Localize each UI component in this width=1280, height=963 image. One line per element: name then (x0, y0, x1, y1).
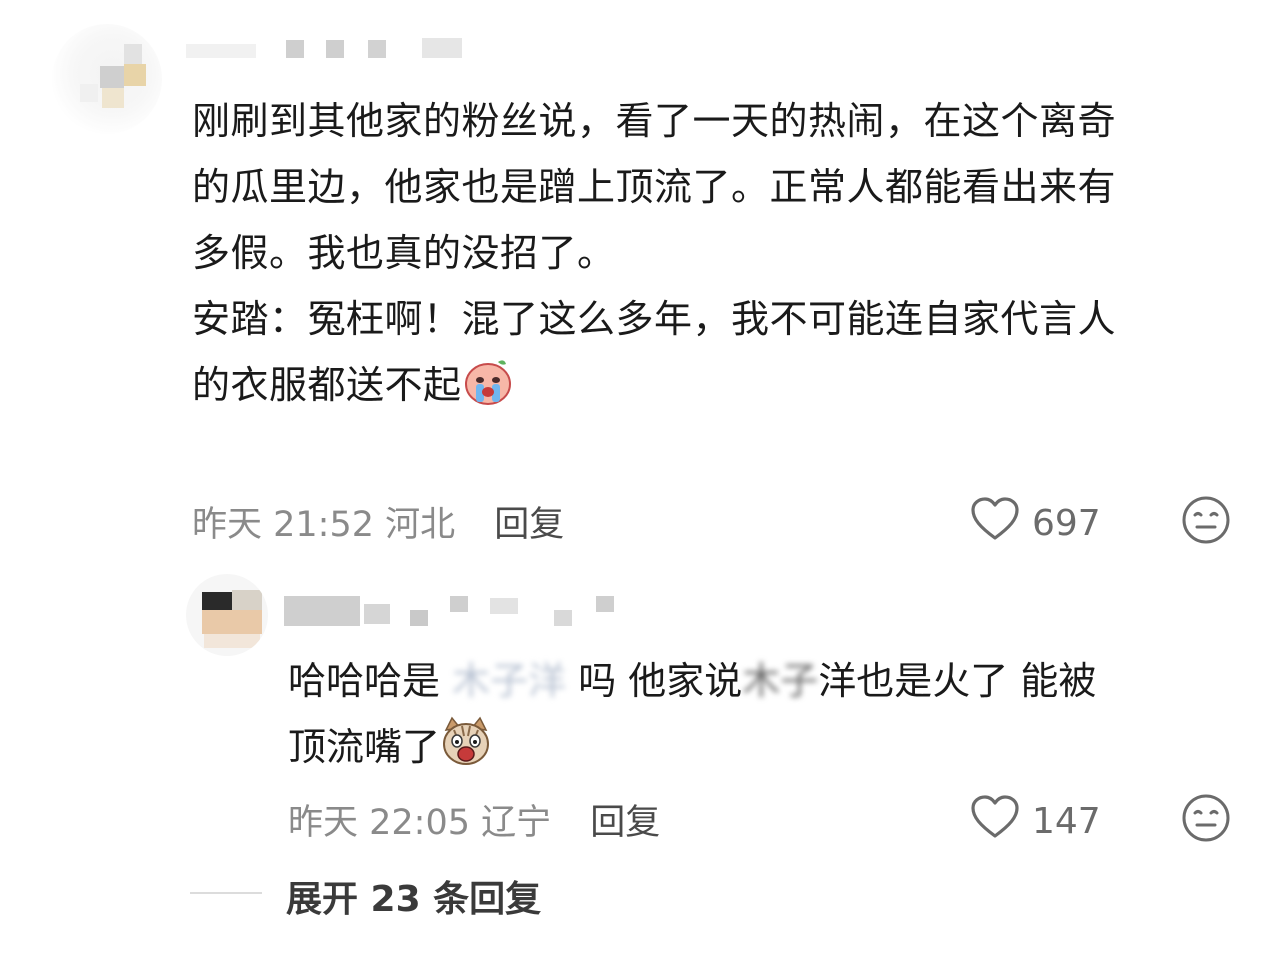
reply-like-count: 147 (1032, 801, 1101, 842)
reply-author-name-masked[interactable] (284, 590, 634, 630)
crying-face-emoji-icon (462, 354, 514, 406)
comment-time: 昨天 21:52 (192, 505, 374, 545)
reply-like-button[interactable]: 147 (970, 794, 1101, 849)
reply-time: 昨天 22:05 (288, 803, 470, 843)
reply-avatar[interactable] (186, 574, 268, 656)
expand-replies-button[interactable]: 展开 23 条回复 (286, 870, 541, 922)
comment-text-line-5: 的衣服都送不起 (192, 352, 514, 418)
blurred-name: 木子 (742, 659, 819, 703)
reply-text-line-1: 哈哈哈是 木子洋 吗 他家说木子洋也是火了 能被 (288, 648, 1096, 714)
reply-button[interactable]: 回复 (494, 505, 564, 545)
comment-location: 河北 (385, 505, 456, 545)
meh-face-icon (1180, 794, 1232, 848)
reply-text-part: 洋也是火了 能被 (818, 659, 1097, 703)
author-name-masked[interactable] (186, 36, 486, 66)
reply-meta: 昨天 22:05 辽宁 回复 (288, 794, 660, 845)
dislike-button[interactable] (1180, 494, 1232, 546)
reply-text-part: 顶流嘴了 (288, 725, 441, 769)
comment-text-line-3: 多假。我也真的没招了。 (192, 231, 616, 275)
like-count: 697 (1032, 503, 1101, 544)
reply-text-part: 吗 他家说 (566, 659, 743, 703)
avatar[interactable] (52, 24, 162, 134)
comment-text-line-1: 刚刷到其他家的粉丝说，看了一天的热闹，在这个离奇 (192, 99, 1117, 143)
comment-meta: 昨天 21:52 河北 回复 (192, 496, 564, 547)
expand-divider (190, 892, 262, 894)
reply-to-reply-button[interactable]: 回复 (590, 803, 660, 843)
meh-face-icon (1180, 496, 1232, 550)
heart-icon (970, 794, 1020, 849)
reply-dislike-button[interactable] (1180, 792, 1232, 844)
comment-text-line-4: 安踏：冤枉啊！混了这么多年，我不可能连自家代言人 (192, 297, 1117, 341)
comment-text-line-2: 的瓜里边，他家也是蹭上顶流了。正常人都能看出来有 (192, 165, 1117, 209)
reply-location: 辽宁 (481, 803, 552, 843)
shocked-cat-emoji-icon (440, 716, 492, 768)
reply-text-part: 哈哈哈是 (288, 659, 453, 703)
heart-icon (970, 496, 1020, 551)
blurred-name: 木子洋 (452, 659, 567, 703)
reply-text-line-2: 顶流嘴了 (288, 714, 492, 780)
like-button[interactable]: 697 (970, 496, 1101, 551)
comment-text-line-5-text: 的衣服都送不起 (192, 363, 462, 407)
